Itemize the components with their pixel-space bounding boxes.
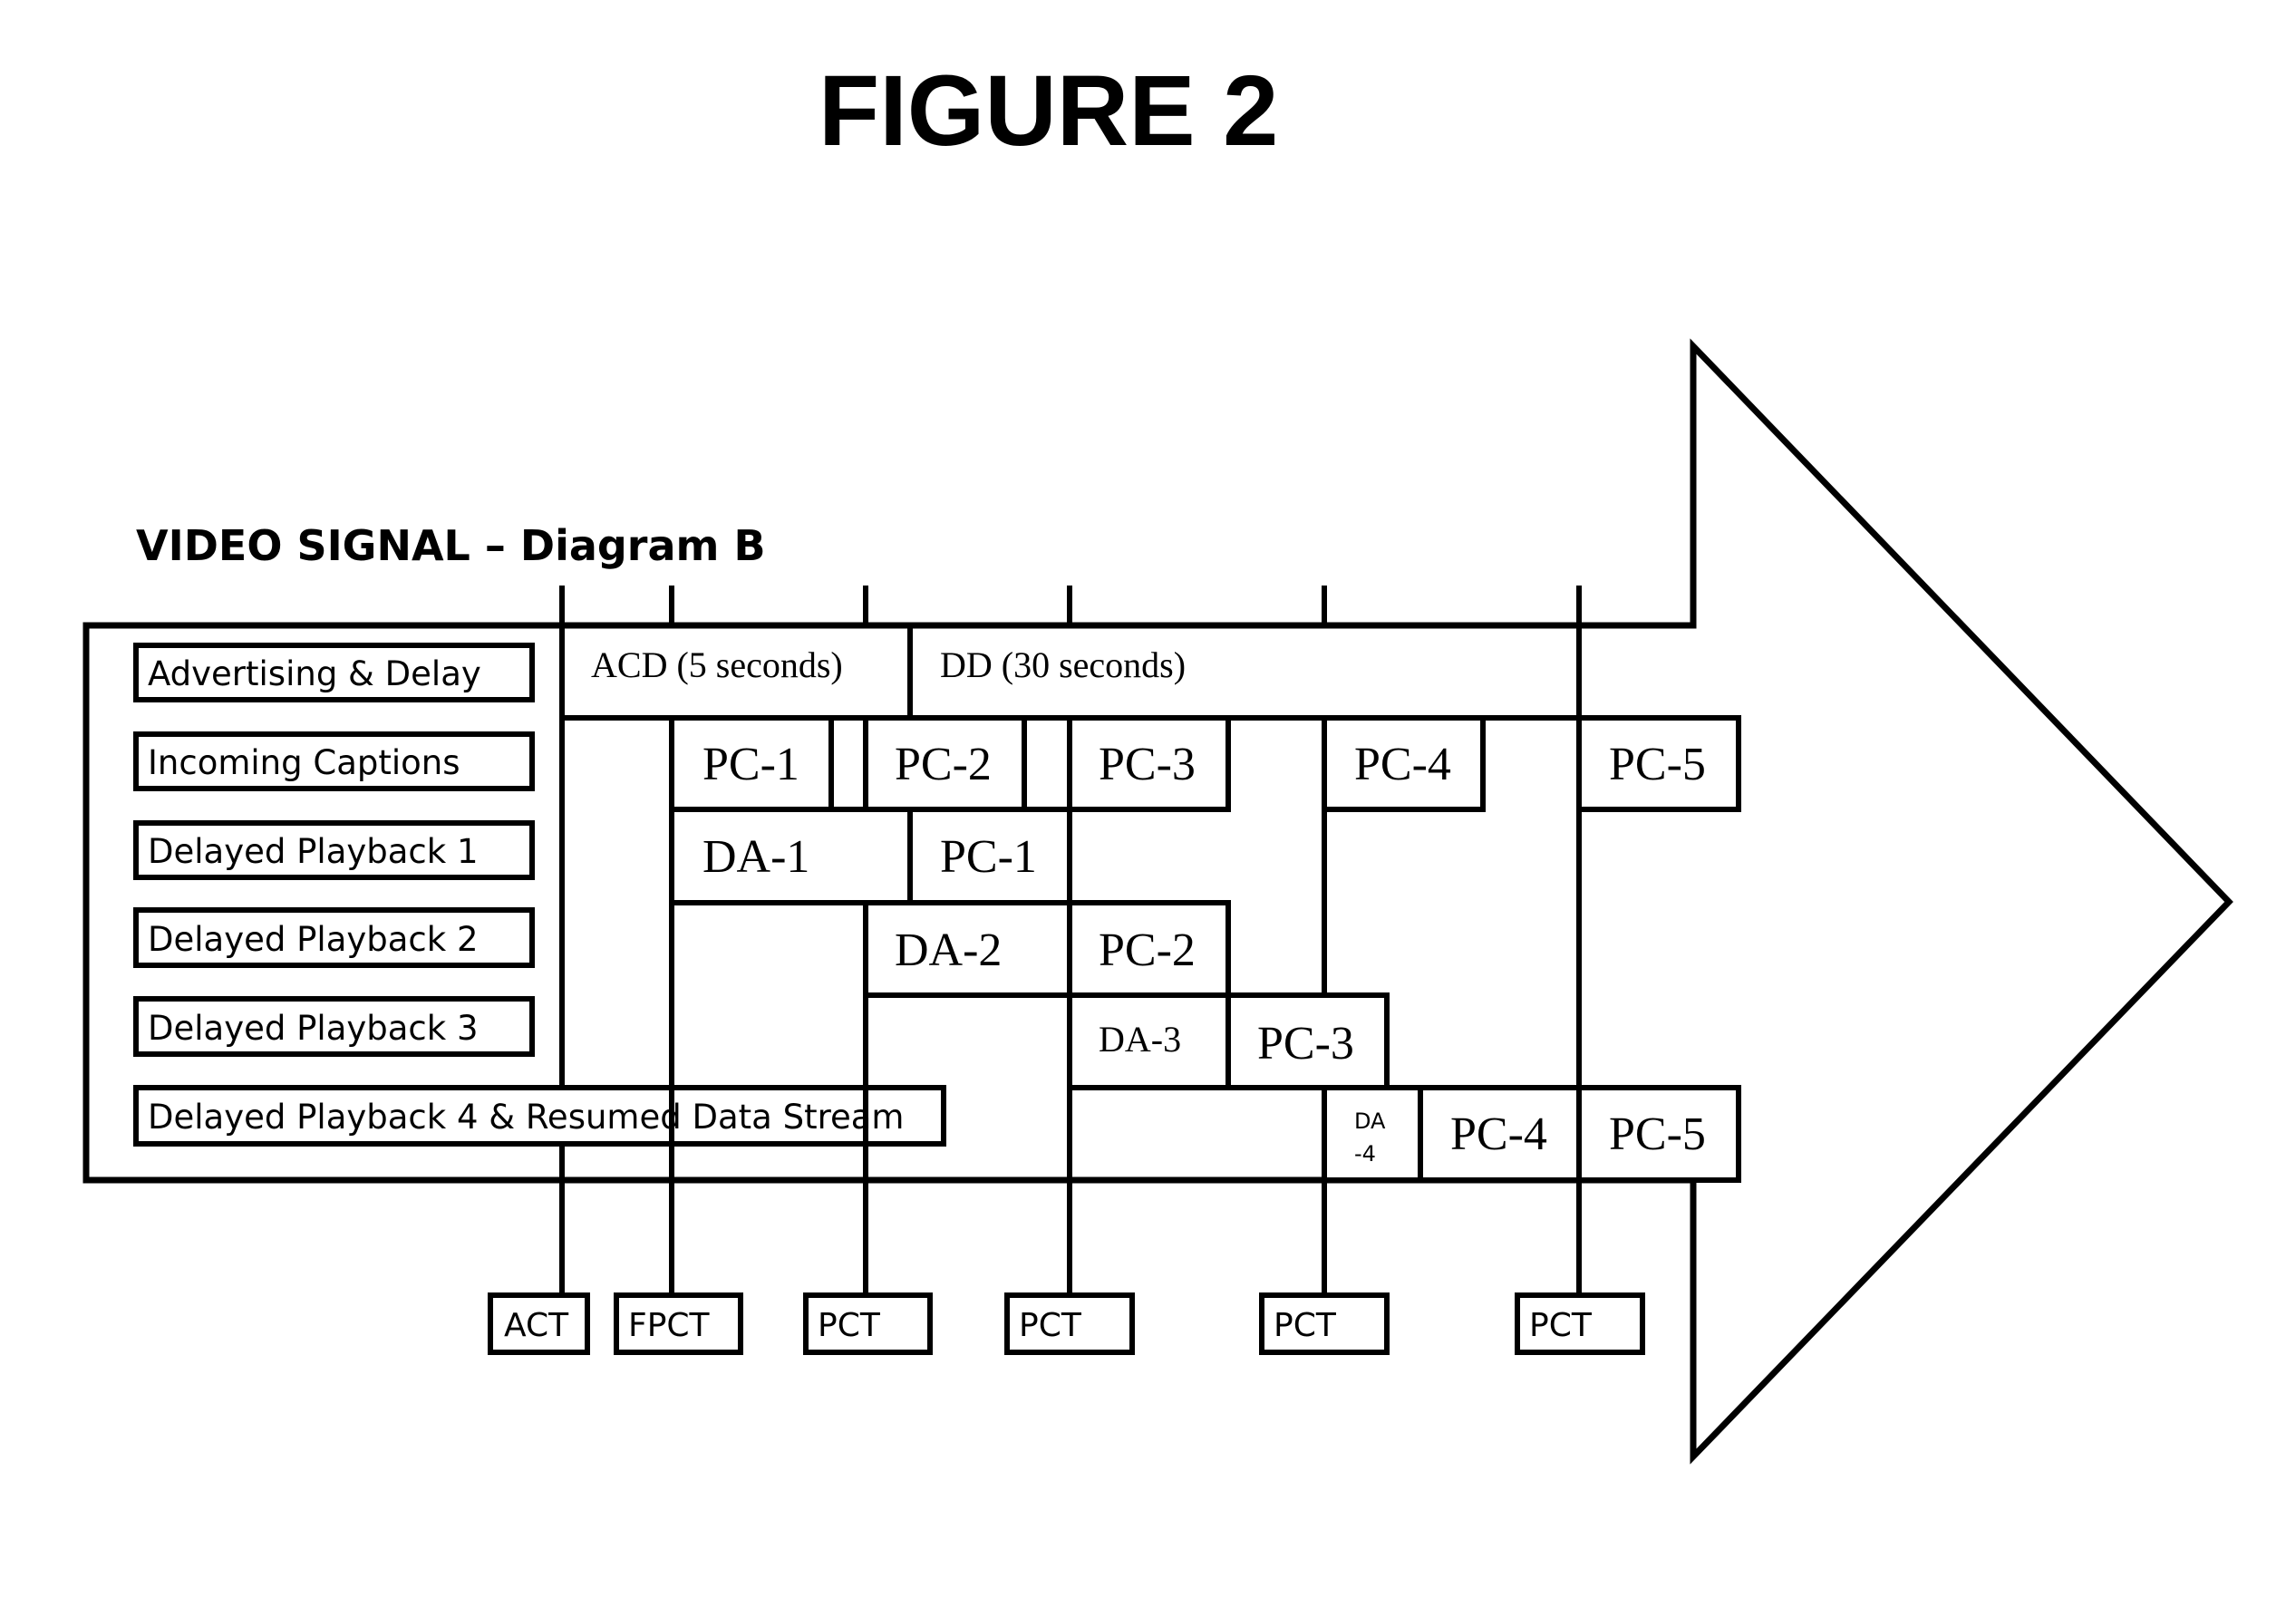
- dp3-pc3-label: PC-3: [1257, 1018, 1354, 1070]
- figure-canvas: FIGURE 2 VIDEO SIGNAL – Diagram B Advert…: [82, 55, 2233, 1465]
- dp4-da4-label-line1: DA: [1354, 1108, 1386, 1134]
- caption-pc4-label: PC-4: [1354, 739, 1451, 790]
- marker-pct-1: PCT: [818, 1307, 881, 1344]
- marker-pct-2: PCT: [1019, 1307, 1082, 1344]
- dd-segment: DD (30 seconds): [940, 644, 1186, 685]
- marker-act: ACT: [504, 1307, 569, 1344]
- timing-markers: ACT FPCT PCT PCT PCT PCT: [488, 1292, 1645, 1355]
- marker-pct-3: PCT: [1274, 1307, 1337, 1344]
- row-delayed-playback-1: DA-1 PC-1: [669, 807, 1072, 905]
- caption-pc2-label: PC-2: [895, 739, 992, 790]
- marker-fpct: FPCT: [628, 1307, 711, 1344]
- diagram-title: VIDEO SIGNAL – Diagram B: [136, 521, 766, 570]
- acd-segment: ACD (5 seconds): [591, 644, 843, 685]
- figure-title: FIGURE 2: [819, 55, 1278, 167]
- dp1-da1-label: DA-1: [702, 831, 809, 883]
- row-label-dp1: Delayed Playback 1: [148, 832, 479, 871]
- marker-pct-4: PCT: [1529, 1307, 1593, 1344]
- dp1-pc1-label: PC-1: [940, 831, 1037, 883]
- row-incoming-captions: PC-1 PC-2 PC-3 PC-4 PC-5: [669, 715, 1741, 812]
- dp2-pc2-label: PC-2: [1099, 925, 1196, 976]
- row-label-advertising: Advertising & Delay: [148, 654, 481, 693]
- dp4-pc5-label: PC-5: [1609, 1108, 1706, 1160]
- row-delayed-playback-2: DA-2 PC-2: [863, 900, 1231, 998]
- row-label-incoming: Incoming Captions: [148, 743, 460, 782]
- dp3-da3-label: DA-3: [1099, 1019, 1181, 1060]
- row-label-dp2: Delayed Playback 2: [148, 920, 479, 959]
- dp4-da4-label-line2: -4: [1354, 1141, 1376, 1167]
- row-label-dp3: Delayed Playback 3: [148, 1009, 479, 1048]
- caption-pc5-label: PC-5: [1609, 739, 1706, 790]
- caption-pc1-label: PC-1: [702, 739, 799, 790]
- dp2-da2-label: DA-2: [895, 925, 1002, 976]
- dp4-pc4-label: PC-4: [1450, 1108, 1547, 1160]
- row-delayed-playback-3: DA-3 PC-3: [1067, 992, 1390, 1090]
- row-label-dp4: Delayed Playback 4 & Resumed Data Stream: [148, 1098, 904, 1137]
- caption-pc3-label: PC-3: [1099, 739, 1196, 790]
